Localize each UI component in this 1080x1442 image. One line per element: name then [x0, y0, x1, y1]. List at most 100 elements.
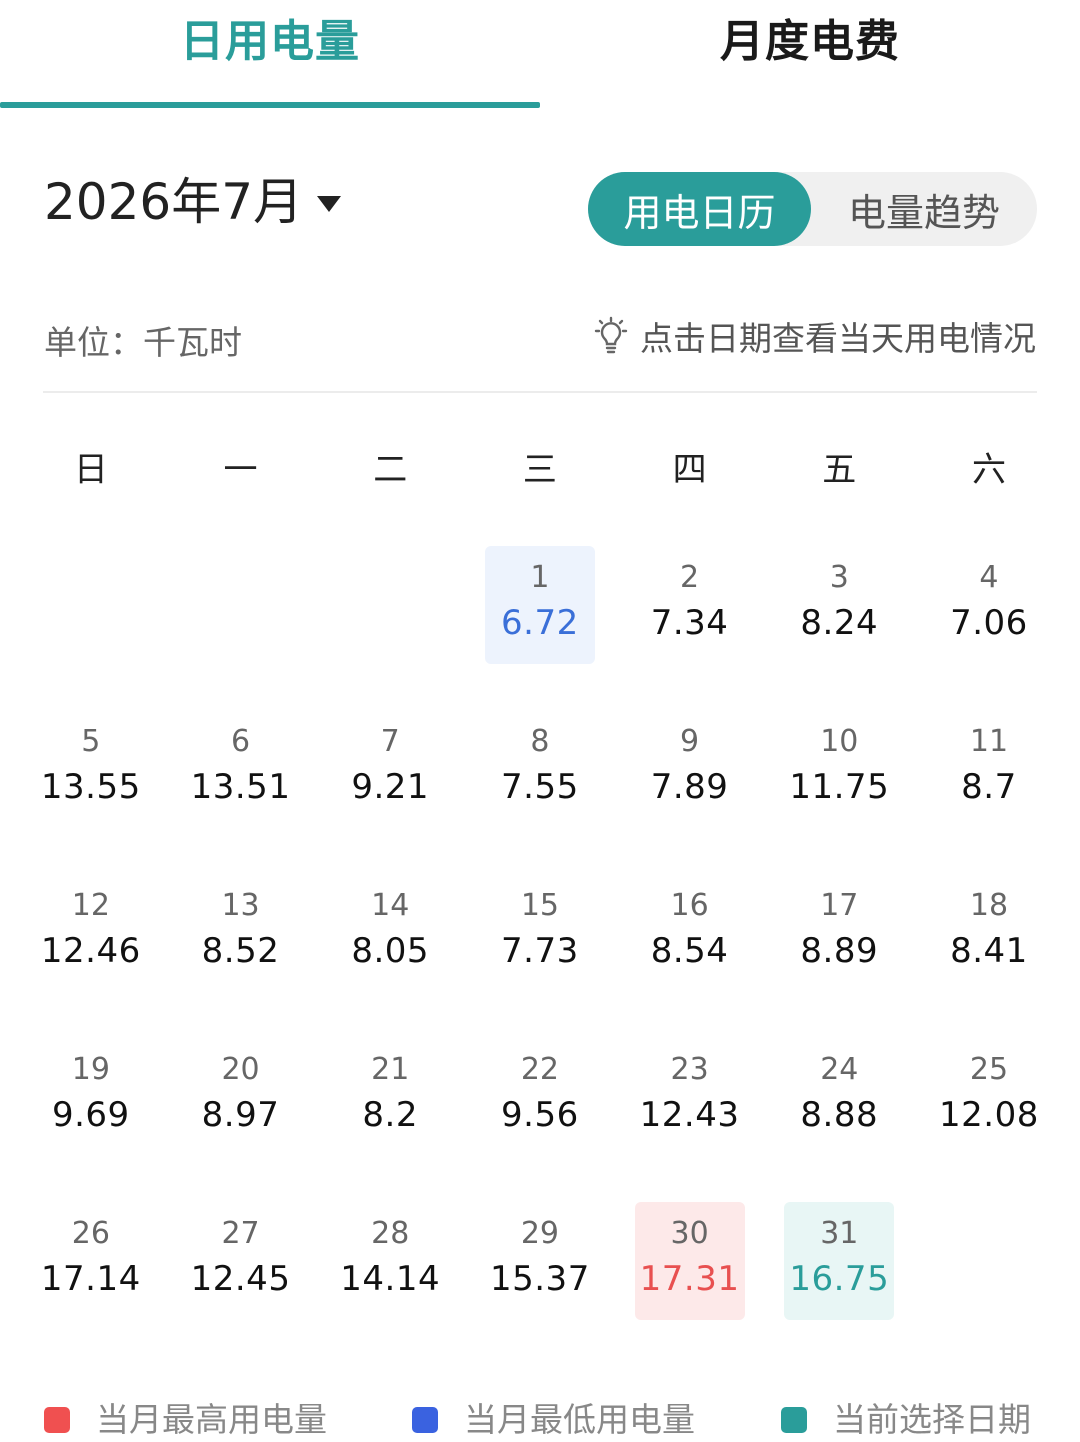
calendar-day-cell: 17 8.89	[764, 874, 914, 1038]
calendar-day-cell: 5 13.55	[16, 710, 166, 874]
hint: 点击日期查看当天用电情况	[590, 312, 1036, 360]
calendar-day-26[interactable]: 26 17.14	[36, 1202, 146, 1320]
calendar-day-11[interactable]: 11 8.7	[934, 710, 1044, 828]
calendar-day-cell: 25 12.08	[914, 1038, 1064, 1202]
calendar-day-20[interactable]: 20 8.97	[186, 1038, 296, 1156]
day-usage-value: 8.89	[800, 931, 879, 971]
calendar-day-18[interactable]: 18 8.41	[934, 874, 1044, 992]
day-usage-value: 7.06	[950, 603, 1028, 643]
day-number: 11	[969, 724, 1009, 759]
day-usage-value: 15.37	[489, 1259, 590, 1299]
day-usage-value: 17.31	[639, 1259, 740, 1299]
calendar-day-cell: 6 13.51	[166, 710, 316, 874]
day-usage-value: 16.75	[789, 1259, 890, 1299]
calendar-day-27[interactable]: 27 12.45	[186, 1202, 296, 1320]
day-number: 10	[820, 724, 859, 759]
day-usage-value: 12.45	[190, 1259, 291, 1299]
calendar-day-cell: 21 8.2	[315, 1038, 465, 1202]
calendar-day-10[interactable]: 10 11.75	[784, 710, 894, 828]
calendar-day-25[interactable]: 25 12.08	[934, 1038, 1044, 1156]
calendar-day-cell: 13 8.52	[166, 874, 316, 1038]
day-number: 24	[820, 1052, 859, 1087]
calendar-day-4[interactable]: 4 7.06	[934, 546, 1044, 664]
calendar-day-30[interactable]: 30 17.31	[634, 1202, 745, 1320]
calendar-day-24[interactable]: 24 8.88	[784, 1038, 894, 1156]
day-number: 31	[820, 1216, 859, 1251]
calendar-day-12[interactable]: 12 12.46	[36, 874, 146, 992]
calendar-day-cell: 27 12.45	[166, 1202, 316, 1366]
weekday-label: 日	[73, 450, 108, 490]
weekday-label: 四	[672, 450, 707, 490]
day-number: 5	[81, 724, 101, 759]
day-number: 15	[520, 888, 559, 923]
calendar-day-cell: 29 15.37	[465, 1202, 615, 1366]
legend-label: 当月最高用电量	[96, 1400, 327, 1439]
calendar-day-cell: 3 8.24	[764, 546, 914, 710]
calendar-day-19[interactable]: 19 9.69	[36, 1038, 146, 1156]
calendar-day-cell: 28 14.14	[315, 1202, 465, 1366]
calendar-day-cell: 18 8.41	[914, 874, 1064, 1038]
tab-bar: 日用电量 月度电费	[0, 0, 1080, 110]
day-usage-value: 8.54	[650, 931, 729, 971]
tab-monthly-bill[interactable]: 月度电费	[540, 0, 1080, 110]
day-usage-value: 8.41	[950, 931, 1028, 971]
day-usage-value: 12.08	[939, 1095, 1039, 1135]
day-usage-value: 8.2	[362, 1095, 418, 1135]
tab-daily-usage[interactable]: 日用电量	[0, 0, 540, 110]
calendar-day-cell: 7 9.21	[315, 710, 465, 874]
calendar-day-28[interactable]: 28 14.14	[335, 1202, 445, 1320]
day-number: 9	[680, 724, 700, 759]
calendar-day-cell: 12 12.46	[16, 874, 166, 1038]
legend-label: 当前选择日期	[833, 1400, 1031, 1439]
calendar-day-cell: 4 7.06	[914, 546, 1064, 710]
weekday-label: 六	[971, 450, 1006, 490]
day-number: 3	[829, 560, 849, 595]
calendar-day-cell: 22 9.56	[465, 1038, 615, 1202]
calendar-day-8[interactable]: 8 7.55	[485, 710, 595, 828]
calendar-day-cell: 26 17.14	[16, 1202, 166, 1366]
calendar-day-5[interactable]: 5 13.55	[36, 710, 146, 828]
calendar-day-15[interactable]: 15 7.73	[485, 874, 595, 992]
calendar-day-21[interactable]: 21 8.2	[335, 1038, 445, 1156]
calendar-day-cell: 23 12.43	[615, 1038, 765, 1202]
day-number: 20	[221, 1052, 260, 1087]
month-label: 2026年7月	[44, 173, 304, 231]
month-selector[interactable]: 2026年7月	[44, 172, 342, 232]
calendar-day-23[interactable]: 23 12.43	[635, 1038, 745, 1156]
day-usage-value: 17.14	[40, 1259, 141, 1299]
legend-swatch	[412, 1407, 438, 1433]
day-usage-value: 7.73	[501, 931, 579, 971]
day-number: 13	[221, 888, 260, 923]
calendar-day-7[interactable]: 7 9.21	[335, 710, 445, 828]
day-usage-value: 9.21	[351, 767, 430, 807]
lightbulb-icon	[594, 316, 628, 354]
calendar-day-31[interactable]: 31 16.75	[784, 1202, 895, 1320]
calendar-day-17[interactable]: 17 8.89	[784, 874, 894, 992]
calendar-day-1[interactable]: 1 6.72	[484, 546, 595, 664]
day-number: 18	[969, 888, 1009, 923]
day-number: 28	[371, 1216, 410, 1251]
calendar-day-14[interactable]: 14 8.05	[335, 874, 445, 992]
day-usage-value: 12.46	[40, 931, 141, 971]
day-usage-value: 8.88	[800, 1095, 879, 1135]
calendar-day-6[interactable]: 6 13.51	[186, 710, 296, 828]
toggle-trend-button[interactable]: 电量趋势	[811, 172, 1037, 246]
calendar-day-3[interactable]: 3 8.24	[784, 546, 894, 664]
legend-swatch	[781, 1407, 807, 1433]
calendar-day-cell: 1 6.72	[465, 546, 615, 710]
calendar-day-9[interactable]: 9 7.89	[635, 710, 745, 828]
calendar-day-cell: 24 8.88	[764, 1038, 914, 1202]
calendar-day-29[interactable]: 29 15.37	[485, 1202, 595, 1320]
calendar-day-cell: 8 7.55	[465, 710, 615, 874]
legend-item: 当月最低用电量	[412, 1398, 695, 1442]
calendar-day-16[interactable]: 16 8.54	[635, 874, 745, 992]
day-number: 4	[979, 560, 999, 595]
day-number: 21	[371, 1052, 410, 1087]
calendar-day-22[interactable]: 22 9.56	[485, 1038, 595, 1156]
toggle-calendar-button[interactable]: 用电日历	[588, 172, 811, 246]
calendar-day-13[interactable]: 13 8.52	[186, 874, 296, 992]
day-number: 27	[221, 1216, 260, 1251]
day-number: 1	[530, 560, 550, 595]
calendar-day-cell: 31 16.75	[764, 1202, 914, 1366]
calendar-day-2[interactable]: 2 7.34	[635, 546, 745, 664]
